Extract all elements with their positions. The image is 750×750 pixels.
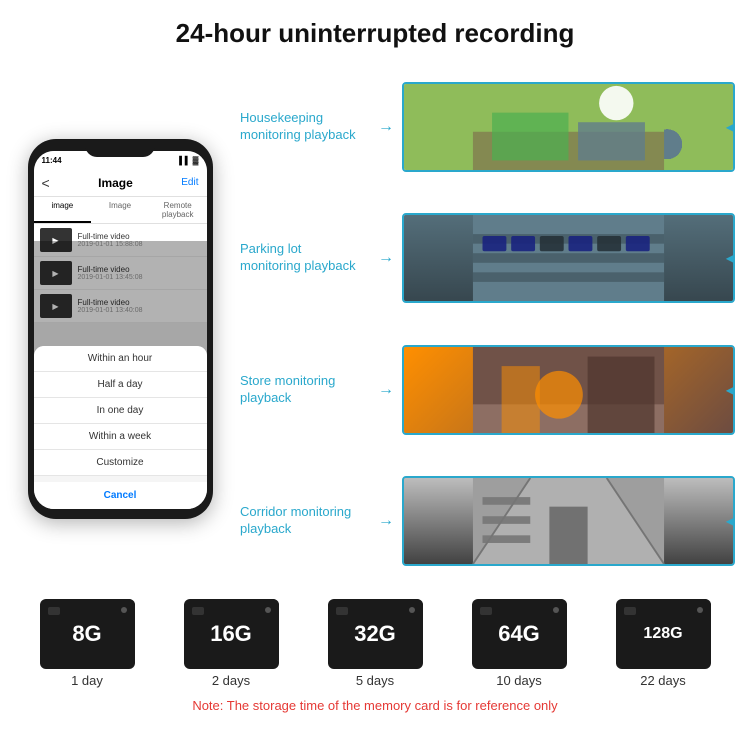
- sd-label-128g: 22 days: [640, 673, 686, 688]
- dropdown-item-1[interactable]: Within an hour: [34, 346, 207, 372]
- phone-screen: 11:44 ▌▌ ▓ < Image Edit image Image Remo…: [34, 151, 207, 509]
- sd-notch-128g: [624, 607, 636, 615]
- monitor-item-corridor: Corridor monitoringplayback →: [240, 458, 735, 584]
- sd-capacity-32g: 32G: [354, 621, 396, 647]
- app-header: < Image Edit: [34, 169, 207, 197]
- sd-card-128g: 128G 22 days: [616, 599, 711, 688]
- tab-image2[interactable]: Image: [91, 197, 149, 223]
- right-section: Housekeepingmonitoring playback → Parkin…: [240, 59, 740, 589]
- cancel-button[interactable]: Cancel: [34, 476, 207, 509]
- phone-section: 11:44 ▌▌ ▓ < Image Edit image Image Remo…: [10, 59, 230, 589]
- monitor-label-corridor: Corridor monitoringplayback: [240, 504, 370, 538]
- edit-button[interactable]: Edit: [181, 177, 198, 188]
- sd-card-32g: 32G 5 days: [328, 599, 423, 688]
- sd-dot-128g: [697, 607, 703, 613]
- sd-card-icon-32g: 32G: [328, 599, 423, 669]
- page-title: 24-hour uninterrupted recording: [20, 18, 730, 49]
- status-icons: ▌▌ ▓: [179, 156, 198, 165]
- phone-notch: [85, 139, 155, 157]
- sd-notch-64g: [480, 607, 492, 615]
- monitor-img-store: [402, 345, 735, 435]
- monitor-label-housekeeping: Housekeepingmonitoring playback: [240, 110, 370, 144]
- monitor-item-store: Store monitoringplayback →: [240, 327, 735, 453]
- sd-capacity-64g: 64G: [498, 621, 540, 647]
- sd-card-icon-64g: 64G: [472, 599, 567, 669]
- monitor-photo-corridor: [404, 478, 733, 564]
- dropdown-item-5[interactable]: Customize: [34, 450, 207, 476]
- status-time: 11:44: [42, 156, 62, 165]
- app-title: Image: [98, 176, 133, 190]
- sd-card-icon-128g: 128G: [616, 599, 711, 669]
- sd-card-icon-16g: 16G: [184, 599, 279, 669]
- sd-card-16g: 16G 2 days: [184, 599, 279, 688]
- sd-capacity-8g: 8G: [72, 621, 101, 647]
- monitor-arrow-housekeeping: →: [378, 118, 394, 136]
- sd-dot-8g: [121, 607, 127, 613]
- monitor-label-parking: Parking lotmonitoring playback: [240, 241, 370, 275]
- sd-dot-64g: [553, 607, 559, 613]
- tab-bar: image Image Remote playback: [34, 197, 207, 224]
- dropdown-menu: Within an hour Half a day In one day Wit…: [34, 346, 207, 509]
- sd-card-8g: 8G 1 day: [40, 599, 135, 688]
- monitor-photo-housekeeping: [404, 84, 733, 170]
- monitor-arrow-corridor: →: [378, 512, 394, 530]
- dropdown-overlay: Within an hour Half a day In one day Wit…: [34, 241, 207, 509]
- sd-cards-row: 8G 1 day 16G 2 days 32G 5 days: [15, 599, 735, 688]
- sd-dot-16g: [265, 607, 271, 613]
- monitor-img-corridor: [402, 476, 735, 566]
- sd-card-64g: 64G 10 days: [472, 599, 567, 688]
- main-content: 11:44 ▌▌ ▓ < Image Edit image Image Remo…: [0, 59, 750, 589]
- monitor-item-parking: Parking lotmonitoring playback →: [240, 195, 735, 321]
- monitor-img-parking: [402, 213, 735, 303]
- sd-notch-16g: [192, 607, 204, 615]
- monitor-item-housekeeping: Housekeepingmonitoring playback →: [240, 64, 735, 190]
- monitor-photo-store: [404, 347, 733, 433]
- note-text: Note: The storage time of the memory car…: [15, 694, 735, 721]
- tab-image[interactable]: image: [34, 197, 92, 223]
- sd-notch-8g: [48, 607, 60, 615]
- monitor-photo-parking: [404, 215, 733, 301]
- sd-label-64g: 10 days: [496, 673, 542, 688]
- monitor-arrow-store: →: [378, 381, 394, 399]
- sd-notch-32g: [336, 607, 348, 615]
- sd-capacity-16g: 16G: [210, 621, 252, 647]
- sd-capacity-128g: 128G: [643, 625, 682, 643]
- video-title-1: Full-time video: [78, 232, 201, 241]
- sd-card-icon-8g: 8G: [40, 599, 135, 669]
- dropdown-item-4[interactable]: Within a week: [34, 424, 207, 450]
- sd-dot-32g: [409, 607, 415, 613]
- back-button[interactable]: <: [42, 175, 50, 191]
- page-header: 24-hour uninterrupted recording: [0, 0, 750, 59]
- dropdown-item-2[interactable]: Half a day: [34, 372, 207, 398]
- tab-remote[interactable]: Remote playback: [149, 197, 207, 223]
- monitor-img-housekeeping: [402, 82, 735, 172]
- sd-label-16g: 2 days: [212, 673, 250, 688]
- sd-label-8g: 1 day: [71, 673, 103, 688]
- phone-frame: 11:44 ▌▌ ▓ < Image Edit image Image Remo…: [28, 139, 213, 519]
- sd-section: 8G 1 day 16G 2 days 32G 5 days: [0, 589, 750, 721]
- monitor-label-store: Store monitoringplayback: [240, 373, 370, 407]
- sd-label-32g: 5 days: [356, 673, 394, 688]
- monitor-arrow-parking: →: [378, 249, 394, 267]
- dropdown-item-3[interactable]: In one day: [34, 398, 207, 424]
